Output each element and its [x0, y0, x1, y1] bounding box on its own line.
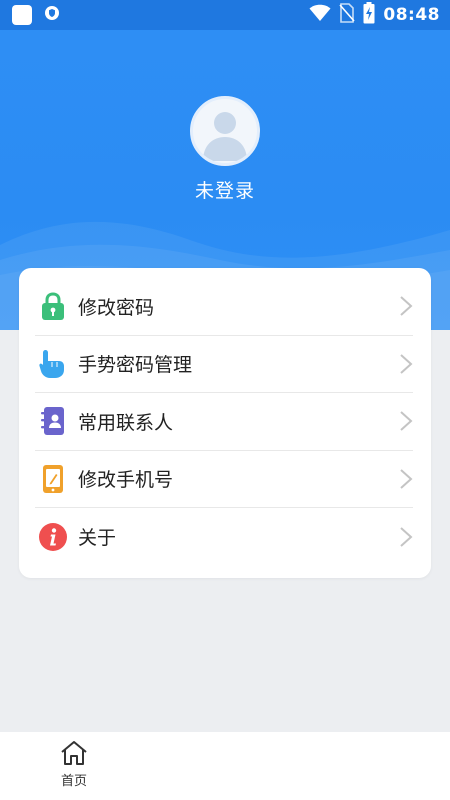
menu-item-change-phone[interactable]: 修改手机号 [35, 451, 413, 508]
login-status[interactable]: 未登录 [0, 176, 450, 203]
nav-home-tab[interactable]: 首页 [50, 740, 98, 795]
chevron-right-icon [400, 411, 413, 431]
menu-item-about[interactable]: 关于 [35, 508, 413, 566]
chevron-right-icon [400, 354, 413, 374]
user-silhouette-icon [203, 112, 247, 161]
status-bar: 08:48 [0, 0, 450, 30]
status-time: 08:48 [383, 5, 440, 25]
contacts-book-icon [38, 406, 68, 436]
avatar[interactable] [190, 96, 260, 166]
menu-item-label: 修改手机号 [78, 469, 174, 492]
shield-icon [44, 5, 60, 25]
phone-edit-icon [38, 464, 68, 494]
chevron-right-icon [400, 296, 413, 316]
menu-item-label: 手势密码管理 [78, 354, 193, 377]
menu-item-label: 修改密码 [78, 296, 155, 319]
bottom-navigation: 首页 [0, 732, 450, 800]
lock-icon [38, 291, 68, 321]
wifi-icon [309, 4, 331, 26]
menu-item-change-password[interactable]: 修改密码 [35, 278, 413, 336]
menu-item-label: 常用联系人 [78, 411, 174, 434]
hand-pointer-icon [38, 349, 68, 379]
menu-item-label: 关于 [78, 527, 117, 550]
menu-item-contacts[interactable]: 常用联系人 [35, 393, 413, 451]
app-notification-icon [12, 5, 32, 25]
settings-menu: 修改密码 手势密码管理 常用联系人 修改手机号 关于 [19, 268, 431, 578]
chevron-right-icon [400, 469, 413, 489]
menu-item-gesture-password[interactable]: 手势密码管理 [35, 336, 413, 393]
nav-home-label: 首页 [60, 774, 87, 789]
home-icon [61, 741, 87, 765]
chevron-right-icon [400, 527, 413, 547]
info-icon [38, 522, 68, 552]
no-sim-icon [339, 3, 355, 27]
battery-charging-icon [363, 2, 375, 28]
